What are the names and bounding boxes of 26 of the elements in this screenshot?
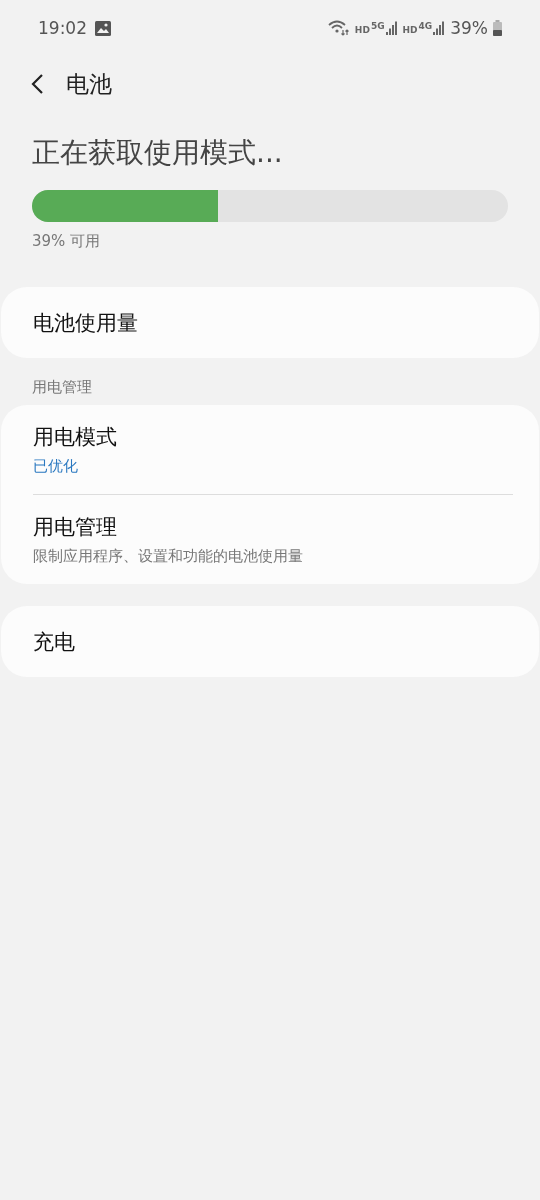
hd-label: HD [354, 25, 370, 35]
item-title: 充电 [33, 628, 76, 656]
status-heading: 正在获取使用模式... [32, 135, 284, 171]
settings-item[interactable]: 电池使用量 [33, 287, 513, 358]
signal-icon [433, 21, 446, 35]
wifi-icon [327, 20, 350, 36]
item-title: 用电管理 [33, 514, 118, 541]
signal-icon [385, 21, 398, 35]
settings-item[interactable]: 充电 [33, 606, 513, 677]
hd-label: HD [402, 25, 418, 35]
section-heading: 用电管理 [31, 377, 93, 398]
item-title: 用电模式 [33, 424, 118, 451]
clock: 19:02 [38, 18, 87, 38]
settings-item[interactable]: 用电管理 限制应用程序、设置和功能的电池使用量 [33, 494, 513, 584]
battery-icon [493, 20, 502, 36]
item-subtitle: 限制应用程序、设置和功能的电池使用量 [33, 547, 304, 566]
back-icon[interactable] [30, 73, 44, 95]
settings-item[interactable]: 用电模式 已优化 [33, 405, 513, 494]
item-subtitle: 已优化 [33, 457, 79, 476]
battery-caption: 39% 可用 [32, 232, 102, 251]
item-title: 电池使用量 [33, 309, 139, 337]
battery-percent: 39% [450, 18, 488, 38]
image-icon [95, 20, 111, 36]
network-type: 4G [418, 21, 433, 31]
network-type: 5G [370, 21, 385, 31]
page-title: 电池 [66, 69, 112, 99]
